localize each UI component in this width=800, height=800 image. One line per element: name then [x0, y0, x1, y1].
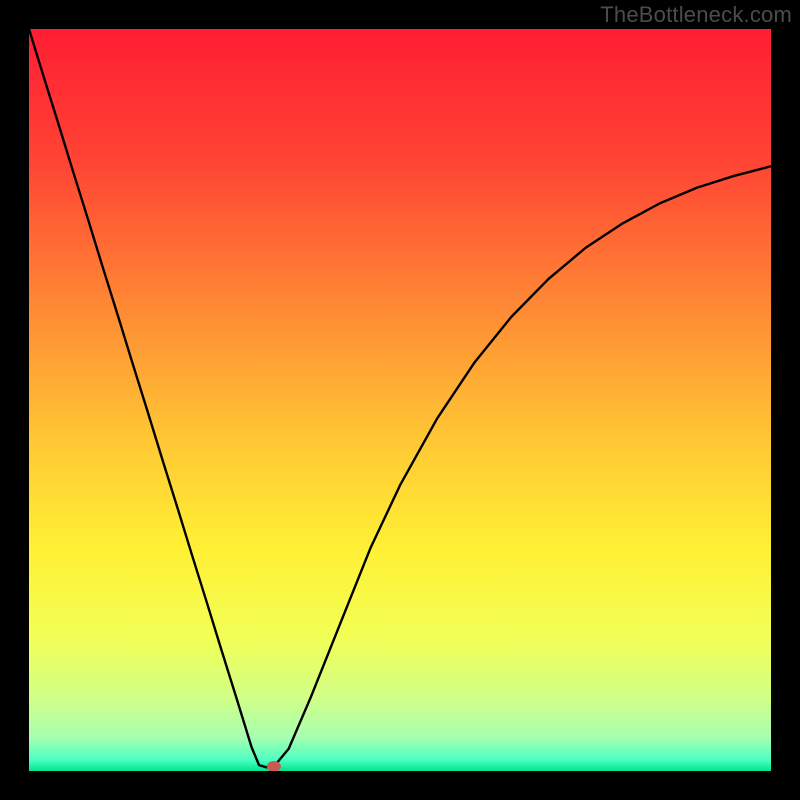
chart-background	[29, 29, 771, 771]
chart-svg	[29, 29, 771, 771]
plot-area	[29, 29, 771, 771]
watermark-text: TheBottleneck.com	[600, 2, 792, 28]
chart-container: TheBottleneck.com	[0, 0, 800, 800]
